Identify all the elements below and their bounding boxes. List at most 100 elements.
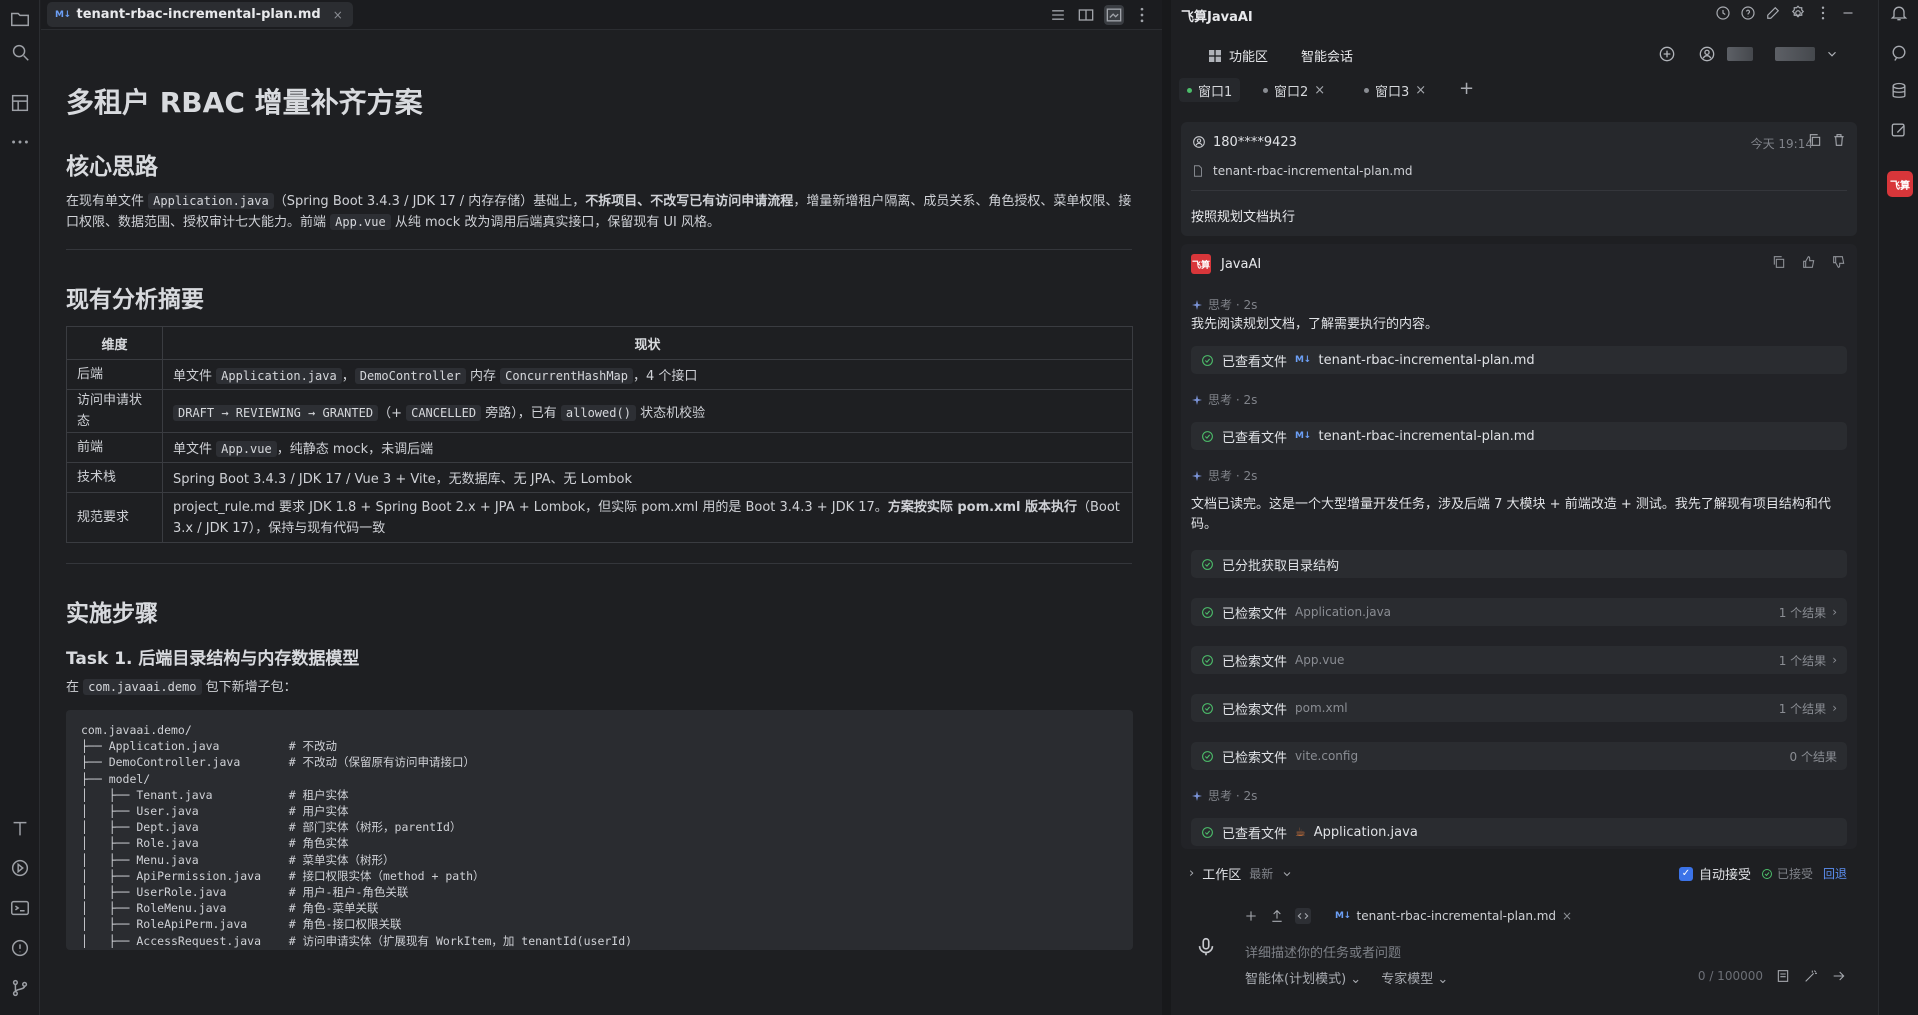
ai-chat-icon[interactable] bbox=[1889, 43, 1909, 63]
thinking-indicator[interactable]: 思考 · 2s bbox=[1191, 296, 1257, 313]
thumbs-up-icon[interactable] bbox=[1801, 254, 1817, 270]
editor-view-toolbar bbox=[1048, 5, 1152, 25]
delete-icon[interactable] bbox=[1831, 132, 1847, 148]
markdown-preview: 多租户 RBAC 增量补齐方案 核心思路 在现有单文件 Application.… bbox=[41, 31, 1162, 1006]
more-icon[interactable] bbox=[9, 131, 31, 153]
table-header-row: 维度 现状 bbox=[66, 326, 1133, 360]
step-search-file[interactable]: 已检索文件 App.vue 1 个结果 › bbox=[1191, 646, 1847, 674]
th-dimension: 维度 bbox=[66, 326, 163, 360]
chevron-right-icon: › bbox=[1832, 653, 1837, 667]
minimize-icon[interactable] bbox=[1839, 4, 1857, 22]
panel-splitter[interactable] bbox=[1162, 0, 1171, 1015]
agent-mode-select[interactable]: 智能体(计划模式) ⌄ bbox=[1245, 968, 1361, 987]
heading-steps: 实施步骤 bbox=[66, 601, 158, 627]
assistant-text: 文档已读完。这是一个大型增量开发任务，涉及后端 7 大模块 + 前端改造 + 测… bbox=[1191, 497, 1831, 532]
workspace-toggle[interactable]: › 工作区 最新 bbox=[1189, 864, 1293, 883]
step-directory[interactable]: 已分批获取目录结构 bbox=[1191, 550, 1847, 578]
java-file-icon: ☕ bbox=[1295, 825, 1306, 839]
source-view-icon[interactable] bbox=[1048, 5, 1068, 25]
editor-tab-bar: M↓ tenant-rbac-incremental-plan.md × bbox=[41, 0, 1162, 30]
step-search-file[interactable]: 已检索文件 Application.java 1 个结果 › bbox=[1191, 598, 1847, 626]
chevron-down-icon[interactable] bbox=[1825, 47, 1839, 61]
check-circle-icon bbox=[1201, 750, 1214, 763]
user-icon[interactable] bbox=[1697, 44, 1717, 64]
chevron-down-icon bbox=[1281, 868, 1293, 880]
sparkle-icon bbox=[1191, 790, 1203, 802]
tab-window-2[interactable]: 窗口2 × bbox=[1263, 81, 1325, 100]
javaai-app-icon[interactable]: 飞算 bbox=[1887, 171, 1913, 197]
chat-input[interactable]: 详细描述你的任务或者问题 bbox=[1245, 942, 1401, 961]
notification-icon[interactable] bbox=[1889, 3, 1909, 23]
database-icon[interactable] bbox=[1889, 81, 1909, 101]
rollback-link[interactable]: 回退 bbox=[1823, 865, 1847, 882]
magic-wand-icon[interactable] bbox=[1803, 968, 1819, 984]
split-view-icon[interactable] bbox=[1076, 5, 1096, 25]
preview-view-icon[interactable] bbox=[1104, 5, 1124, 25]
user-message-text: 按照规划文档执行 bbox=[1191, 210, 1296, 225]
editor-tab-label: tenant-rbac-incremental-plan.md bbox=[76, 7, 321, 22]
text-format-icon[interactable] bbox=[9, 818, 31, 840]
search-icon[interactable] bbox=[9, 41, 31, 63]
composer-right-actions: 0 / 100000 bbox=[1698, 968, 1847, 984]
window-tabs: 窗口1 窗口2 × 窗口3 × + bbox=[1171, 78, 1867, 102]
step-viewed-file[interactable]: 已查看文件 M↓ tenant-rbac-incremental-plan.md bbox=[1191, 422, 1847, 450]
check-circle-icon bbox=[1761, 868, 1773, 880]
model-select[interactable]: 专家模型 ⌄ bbox=[1381, 968, 1448, 987]
structure-icon[interactable] bbox=[9, 92, 31, 114]
context-file-chip[interactable]: M↓ tenant-rbac-incremental-plan.md × bbox=[1335, 909, 1572, 923]
copy-icon[interactable] bbox=[1771, 254, 1787, 270]
close-icon[interactable]: × bbox=[1314, 83, 1325, 98]
thinking-indicator[interactable]: 思考 · 2s bbox=[1191, 391, 1257, 408]
close-icon[interactable]: × bbox=[1562, 909, 1572, 923]
step-search-file[interactable]: 已检索文件 vite.config 0 个结果 bbox=[1191, 742, 1847, 770]
help-icon[interactable] bbox=[1739, 4, 1757, 22]
terminal-icon[interactable] bbox=[9, 897, 31, 919]
close-icon[interactable]: × bbox=[333, 8, 343, 22]
send-icon[interactable] bbox=[1831, 968, 1847, 984]
editor-tab[interactable]: M↓ tenant-rbac-incremental-plan.md × bbox=[47, 2, 353, 27]
add-circle-icon[interactable] bbox=[1657, 44, 1677, 64]
divider bbox=[66, 249, 1132, 250]
markdown-editor: M↓ tenant-rbac-incremental-plan.md × 多租户… bbox=[41, 0, 1162, 1015]
add-icon[interactable] bbox=[1243, 908, 1259, 924]
table-row: 技术栈 Spring Boot 3.4.3 / JDK 17 / Vue 3 +… bbox=[66, 462, 1133, 493]
history-icon[interactable] bbox=[1714, 4, 1732, 22]
nav-features[interactable]: 功能区 bbox=[1207, 46, 1268, 65]
step-viewed-file[interactable]: 已查看文件 M↓ tenant-rbac-incremental-plan.md bbox=[1191, 346, 1847, 374]
git-branch-icon[interactable] bbox=[9, 977, 31, 999]
step-search-file[interactable]: 已检索文件 pom.xml 1 个结果 › bbox=[1191, 694, 1847, 722]
thinking-indicator[interactable]: 思考 · 2s bbox=[1191, 787, 1257, 804]
edit-icon[interactable] bbox=[1764, 4, 1782, 22]
more-vertical-icon[interactable] bbox=[1132, 5, 1152, 25]
checkbox-checked-icon: ✓ bbox=[1678, 866, 1693, 881]
copy-icon[interactable] bbox=[1807, 132, 1823, 148]
user-message-card: 180****9423 今天 19:14 tenant-rbac-increme… bbox=[1181, 122, 1857, 236]
folder-icon[interactable] bbox=[9, 8, 31, 30]
auto-accept-checkbox[interactable]: ✓ 自动接受 bbox=[1678, 864, 1751, 883]
right-tool-strip: 飞算 bbox=[1878, 0, 1918, 1015]
thinking-indicator[interactable]: 思考 · 2s bbox=[1191, 467, 1257, 484]
code-block[interactable]: com.javaai.demo/ ├── Application.java # … bbox=[66, 710, 1133, 950]
run-icon[interactable] bbox=[9, 857, 31, 879]
step-viewed-file[interactable]: 已查看文件 ☕ Application.java bbox=[1191, 818, 1847, 846]
microphone-icon[interactable] bbox=[1195, 934, 1217, 960]
attached-file[interactable]: tenant-rbac-incremental-plan.md bbox=[1191, 164, 1413, 178]
thumbs-down-icon[interactable] bbox=[1831, 254, 1847, 270]
workspace-bar: › 工作区 最新 ✓ 自动接受 已接受 回退 bbox=[1181, 862, 1857, 884]
problems-icon[interactable] bbox=[9, 937, 31, 959]
more-vertical-icon[interactable] bbox=[1814, 4, 1832, 22]
tab-window-1[interactable]: 窗口1 bbox=[1179, 78, 1241, 102]
close-icon[interactable]: × bbox=[1415, 83, 1426, 98]
message-actions bbox=[1807, 132, 1847, 148]
tab-window-3[interactable]: 窗口3 × bbox=[1364, 81, 1426, 100]
template-icon[interactable] bbox=[1775, 968, 1791, 984]
markdown-file-icon: M↓ bbox=[1295, 431, 1311, 441]
ai-edit-icon[interactable] bbox=[1889, 120, 1909, 140]
upload-icon[interactable] bbox=[1269, 908, 1285, 924]
add-window-button[interactable]: + bbox=[1459, 78, 1474, 99]
composer-options: 智能体(计划模式) ⌄ 专家模型 ⌄ bbox=[1245, 968, 1448, 987]
code-icon[interactable] bbox=[1295, 908, 1311, 924]
settings-icon[interactable] bbox=[1789, 4, 1807, 22]
message-time: 今天 19:14 bbox=[1750, 137, 1813, 151]
nav-chat[interactable]: 智能会话 bbox=[1301, 46, 1353, 65]
